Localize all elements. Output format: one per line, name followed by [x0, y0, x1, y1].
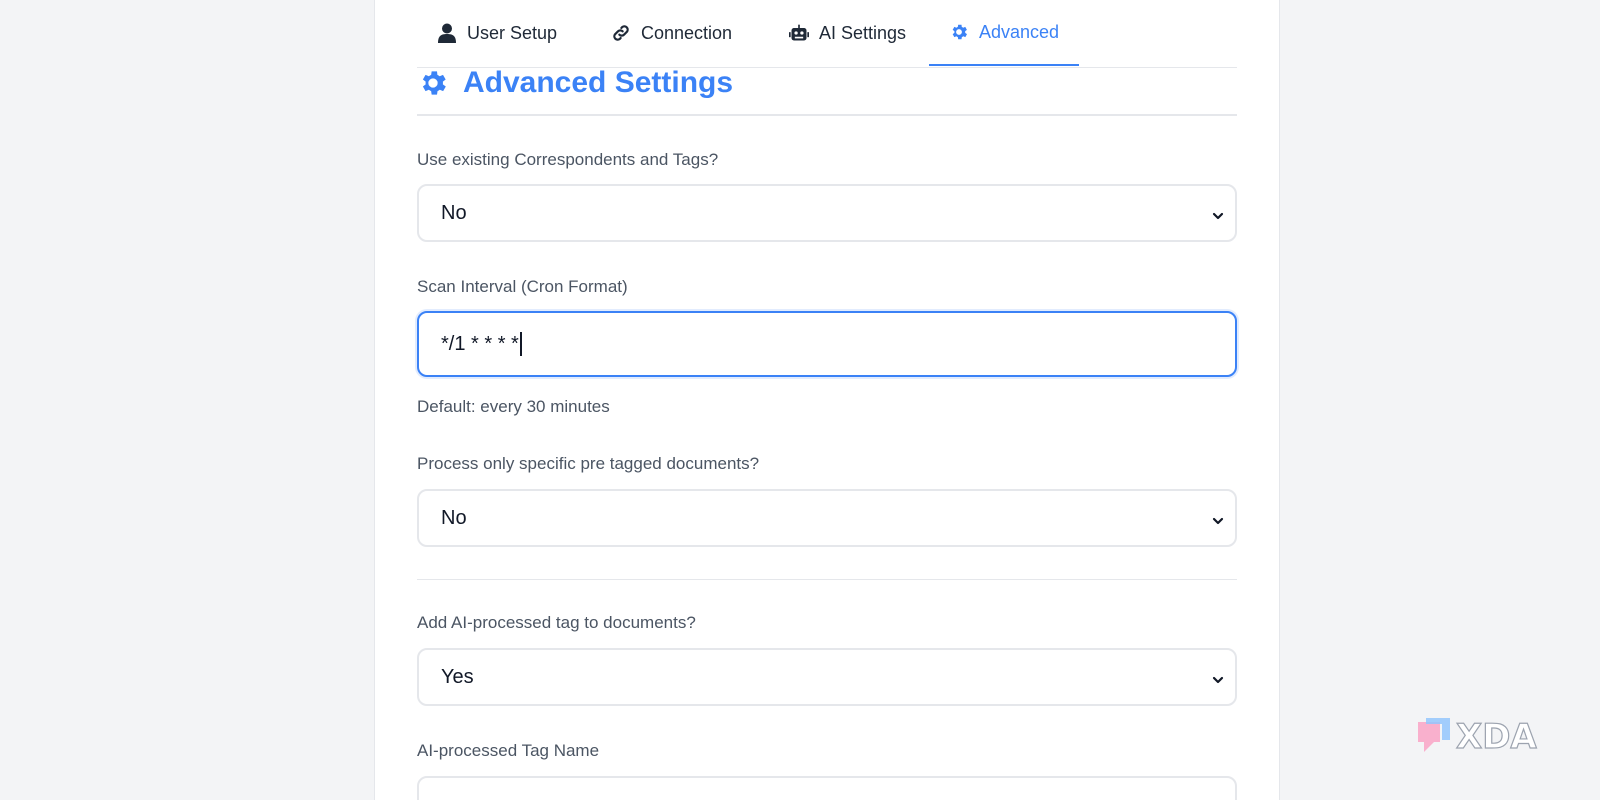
gear-icon: [949, 22, 969, 42]
robot-icon: [789, 23, 809, 43]
select-value: No: [441, 506, 467, 529]
tab-label: Advanced: [979, 21, 1060, 42]
add-tag-label: Add AI-processed tag to documents?: [417, 613, 696, 632]
chevron-down-icon: [1211, 511, 1225, 525]
use-existing-select[interactable]: No: [417, 184, 1237, 242]
tab-label: AI Settings: [819, 22, 907, 43]
chevron-down-icon: [1211, 206, 1225, 220]
tag-name-input[interactable]: [417, 776, 1237, 800]
chevron-down-icon: [1211, 670, 1225, 684]
user-icon: [437, 23, 457, 43]
scan-interval-label: Scan Interval (Cron Format): [417, 277, 628, 296]
tab-label: Connection: [641, 22, 733, 43]
link-icon: [611, 23, 631, 43]
tab-connection[interactable]: Connection: [591, 0, 752, 66]
gear-icon: [417, 67, 449, 99]
section-divider: [417, 579, 1237, 580]
tab-advanced[interactable]: Advanced: [929, 0, 1079, 66]
tab-bar: User Setup Connection AI Settings Advanc…: [417, 0, 1237, 68]
xda-logo: XDA: [1412, 716, 1572, 766]
select-value: Yes: [441, 665, 474, 688]
settings-card: User Setup Connection AI Settings Advanc…: [374, 0, 1280, 800]
scan-interval-hint: Default: every 30 minutes: [417, 397, 610, 416]
tab-label: User Setup: [467, 22, 558, 43]
add-tag-select[interactable]: Yes: [417, 648, 1237, 706]
pre-tagged-select[interactable]: No: [417, 489, 1237, 547]
tag-name-label: AI-processed Tag Name: [417, 741, 600, 760]
tab-ai-settings[interactable]: AI Settings: [769, 0, 926, 66]
tab-user-setup[interactable]: User Setup: [417, 0, 577, 66]
section-title-text: Advanced Settings: [463, 66, 734, 99]
use-existing-label: Use existing Correspondents and Tags?: [417, 150, 719, 169]
input-value: */1 * * * *: [441, 332, 519, 355]
svg-text:XDA: XDA: [1456, 717, 1537, 757]
text-caret: [519, 332, 522, 356]
scan-interval-input[interactable]: */1 * * * *: [417, 311, 1237, 377]
select-value: No: [441, 201, 467, 224]
pre-tagged-label: Process only specific pre tagged documen…: [417, 454, 760, 473]
